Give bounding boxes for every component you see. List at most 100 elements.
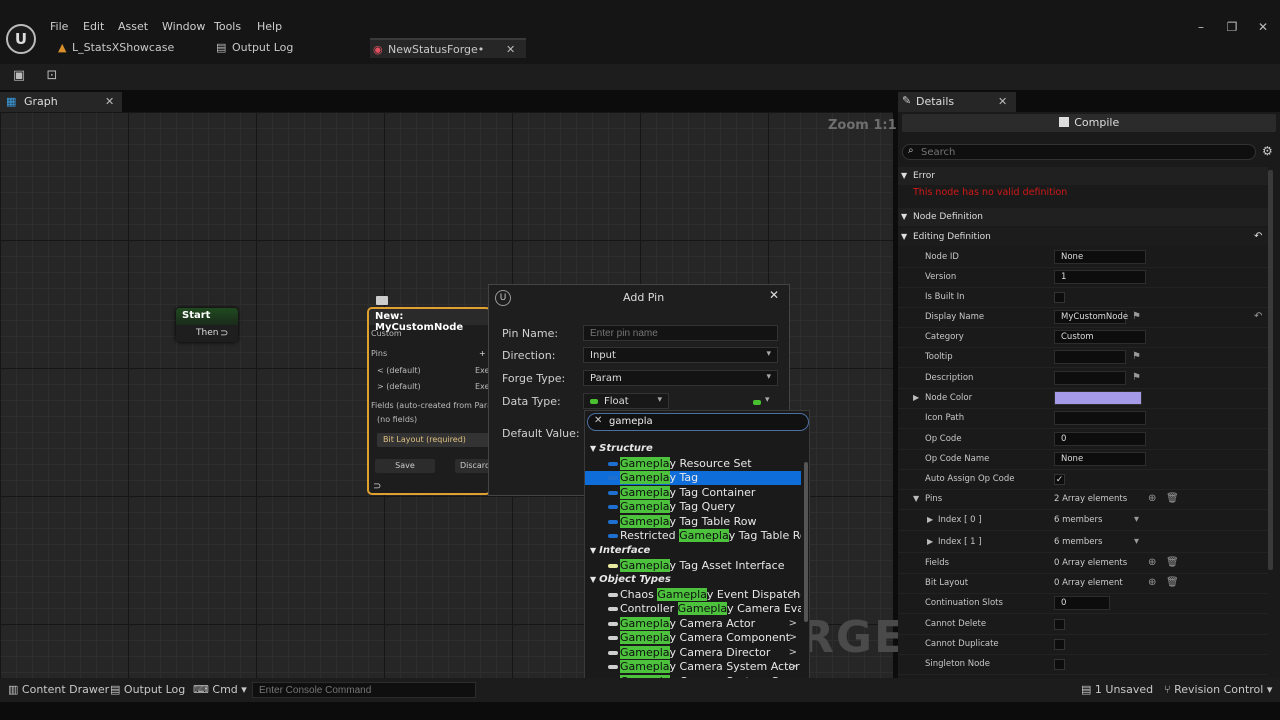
chevron-right-icon[interactable]: > bbox=[789, 660, 797, 674]
reset-icon[interactable]: ↶ bbox=[1254, 311, 1262, 322]
comment-icon[interactable] bbox=[376, 296, 388, 305]
menu-window[interactable]: Window bbox=[162, 20, 205, 34]
property-input[interactable]: None bbox=[1054, 250, 1146, 264]
property-checkbox[interactable] bbox=[1054, 619, 1065, 630]
type-search-box[interactable]: ✕ gamepla bbox=[587, 413, 809, 431]
close-graph-tab-icon[interactable]: ✕ bbox=[105, 95, 114, 108]
delete-elements-icon[interactable]: 🗑 bbox=[1166, 577, 1179, 588]
dropdown-item[interactable]: Gameplay Tag Table Row bbox=[585, 515, 801, 529]
property-input[interactable]: 0 bbox=[1054, 596, 1110, 610]
dropdown-item[interactable]: Gameplay Camera Component > bbox=[585, 631, 801, 645]
property-checkbox[interactable] bbox=[1054, 292, 1065, 303]
expand-arrow-icon[interactable]: ▶ bbox=[913, 393, 919, 402]
unsaved-button[interactable]: ▤ 1 Unsaved bbox=[1081, 683, 1153, 696]
delete-elements-icon[interactable]: 🗑 bbox=[1166, 557, 1179, 568]
discard-button[interactable]: Discard bbox=[455, 459, 489, 473]
forge-type-select[interactable]: Param ▾ bbox=[583, 370, 778, 386]
property-input[interactable]: 0 bbox=[1054, 432, 1146, 446]
chevron-down-icon[interactable]: ▾ bbox=[1134, 514, 1139, 525]
custom-node[interactable]: New: MyCustomNode Custom Pins + < (defau… bbox=[367, 307, 491, 495]
details-search-input[interactable] bbox=[921, 146, 1241, 158]
chevron-right-icon[interactable]: > bbox=[789, 631, 797, 645]
menu-file[interactable]: File bbox=[50, 20, 68, 34]
save-icon[interactable]: ▣ bbox=[11, 68, 27, 84]
add-element-icon[interactable]: ⊕ bbox=[1148, 557, 1156, 568]
tab-output-log[interactable]: ▤ Output Log bbox=[214, 38, 364, 58]
property-input[interactable]: None bbox=[1054, 452, 1146, 466]
reset-icon[interactable]: ↶ bbox=[1254, 228, 1262, 246]
start-node[interactable]: Start Then ⊃ bbox=[176, 308, 238, 342]
property-input[interactable]: 1 bbox=[1054, 270, 1146, 284]
dropdown-item[interactable]: Gameplay Camera Director > bbox=[585, 646, 801, 660]
bit-layout-button[interactable]: Bit Layout (required) bbox=[377, 433, 489, 447]
chevron-down-icon[interactable]: ▾ bbox=[1134, 536, 1139, 547]
details-search-box[interactable]: ⌕ bbox=[902, 144, 1256, 160]
type-search-input[interactable]: gamepla bbox=[609, 416, 653, 427]
node-definition-section-header[interactable]: ▼ Node Definition bbox=[898, 208, 1268, 226]
collapse-arrow-icon[interactable]: ▼ bbox=[913, 494, 919, 503]
property-input[interactable]: MyCustomNode bbox=[1054, 310, 1128, 324]
expand-arrow-icon[interactable]: ▶ bbox=[927, 537, 933, 546]
property-checkbox[interactable] bbox=[1054, 639, 1065, 650]
save-button[interactable]: Save bbox=[375, 459, 435, 473]
cmd-select[interactable]: ⌨ Cmd ▾ bbox=[193, 683, 247, 696]
expand-arrow-icon[interactable]: ▶ bbox=[927, 515, 933, 524]
dropdown-category[interactable]: ▼ Interface bbox=[590, 545, 650, 556]
dropdown-item[interactable]: Controller Gameplay Camera Evaluat bbox=[585, 602, 801, 616]
menu-help[interactable]: Help bbox=[257, 20, 282, 34]
settings-gear-icon[interactable]: ⚙ bbox=[1262, 144, 1273, 158]
minimize-icon[interactable]: – bbox=[1192, 18, 1210, 36]
property-input[interactable] bbox=[1054, 411, 1146, 425]
compile-button[interactable]: Compile bbox=[902, 114, 1276, 132]
add-element-icon[interactable]: ⊕ bbox=[1148, 577, 1156, 588]
dropdown-category[interactable]: ▼ Structure bbox=[590, 443, 653, 454]
console-input[interactable] bbox=[252, 682, 476, 698]
output-log-button[interactable]: ▤ Output Log bbox=[110, 683, 185, 696]
close-dialog-icon[interactable]: ✕ bbox=[769, 288, 779, 302]
chevron-right-icon[interactable]: > bbox=[789, 588, 797, 602]
menu-asset[interactable]: Asset bbox=[118, 20, 148, 34]
property-checkbox[interactable] bbox=[1054, 659, 1065, 670]
add-pin-icon[interactable]: + bbox=[479, 349, 486, 358]
dropdown-item[interactable]: Gameplay Tag Query bbox=[585, 500, 801, 514]
delete-elements-icon[interactable]: 🗑 bbox=[1166, 493, 1179, 504]
browse-icon[interactable]: ⊡ bbox=[44, 68, 60, 84]
chevron-right-icon[interactable]: > bbox=[789, 646, 797, 660]
data-type-select[interactable]: Float ▾ bbox=[583, 393, 669, 409]
dropdown-item[interactable]: Chaos Gameplay Event Dispatcher> bbox=[585, 588, 801, 602]
unreal-logo-icon[interactable]: U bbox=[6, 24, 36, 54]
dropdown-item[interactable]: Gameplay Tag Container bbox=[585, 486, 801, 500]
menu-edit[interactable]: Edit bbox=[83, 20, 104, 34]
error-section-header[interactable]: ▼ Error bbox=[898, 167, 1268, 185]
then-exec-pin-icon[interactable]: ⊃ bbox=[220, 328, 228, 339]
dropdown-item[interactable]: Gameplay Camera System Actor > bbox=[585, 660, 801, 674]
pin-name-input[interactable] bbox=[583, 325, 778, 341]
details-tab[interactable]: ✎ Details ✕ bbox=[898, 92, 1016, 112]
dropdown-item[interactable]: Gameplay Resource Set bbox=[585, 457, 801, 471]
add-element-icon[interactable]: ⊕ bbox=[1148, 493, 1156, 504]
close-tab-icon[interactable]: ✕ bbox=[506, 40, 515, 60]
property-input[interactable] bbox=[1054, 350, 1126, 364]
tab-level[interactable]: ▲ L_StatsXShowcase bbox=[54, 38, 204, 58]
property-input[interactable]: Custom bbox=[1054, 330, 1146, 344]
dropdown-scrollbar[interactable] bbox=[804, 462, 808, 622]
property-checkbox[interactable]: ✓ bbox=[1054, 474, 1065, 485]
content-drawer-button[interactable]: ▥ Content Drawer bbox=[8, 683, 109, 696]
dropdown-item[interactable]: Gameplay Tag Asset Interface bbox=[585, 559, 801, 573]
revision-control-button[interactable]: ⑂ Revision Control ▾ bbox=[1164, 683, 1272, 696]
graph-tab[interactable]: ▦ Graph ✕ bbox=[0, 92, 122, 112]
dropdown-item[interactable]: Gameplay Tag bbox=[585, 471, 801, 485]
restore-icon[interactable]: ❐ bbox=[1223, 18, 1241, 36]
menu-tools[interactable]: Tools bbox=[214, 20, 241, 34]
editing-definition-header[interactable]: ▼ Editing Definition ↶ bbox=[898, 228, 1268, 246]
dropdown-item[interactable]: Gameplay Camera Actor > bbox=[585, 617, 801, 631]
node-color-swatch[interactable] bbox=[1054, 391, 1142, 405]
close-window-icon[interactable]: ✕ bbox=[1254, 18, 1272, 36]
localize-flag-icon[interactable]: ⚑ bbox=[1132, 351, 1141, 362]
dropdown-item[interactable]: Restricted Gameplay Tag Table Row bbox=[585, 529, 801, 543]
direction-select[interactable]: Input ▾ bbox=[583, 347, 778, 363]
chevron-right-icon[interactable]: > bbox=[789, 617, 797, 631]
container-type-select[interactable]: ▾ bbox=[753, 395, 777, 409]
close-details-tab-icon[interactable]: ✕ bbox=[998, 95, 1007, 108]
dropdown-category[interactable]: ▼ Object Types bbox=[590, 574, 671, 585]
